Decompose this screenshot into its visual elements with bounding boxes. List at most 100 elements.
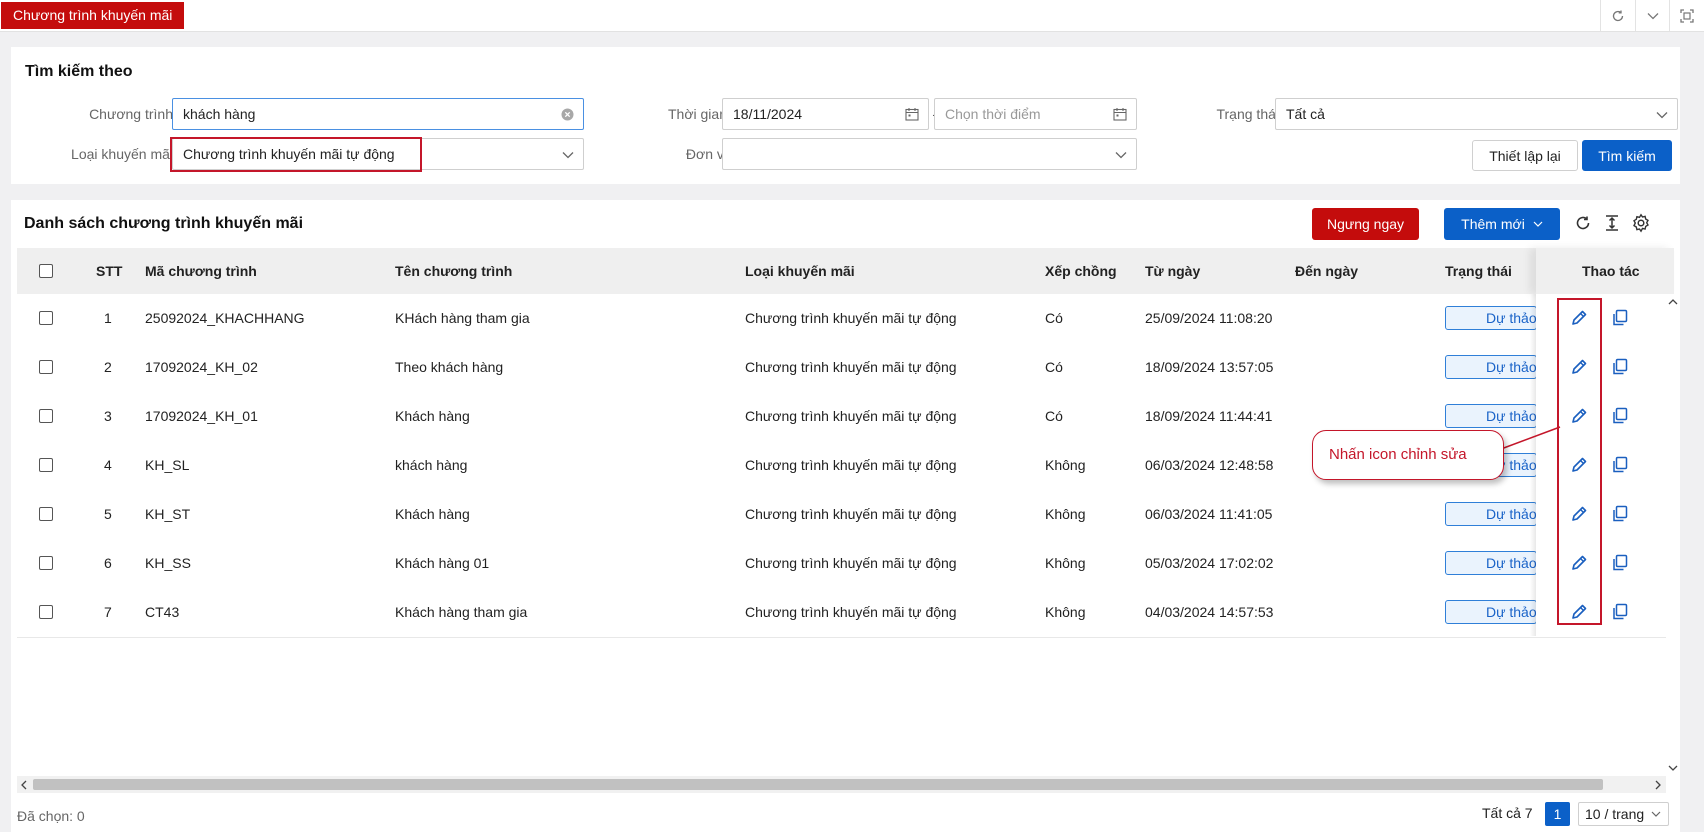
edit-icon[interactable] [1569,406,1589,426]
time-from-input[interactable]: 18/11/2024 [722,98,929,130]
program-search-input[interactable]: khách hàng [172,98,584,130]
copy-icon[interactable] [1610,406,1630,426]
cell-name: KHách hàng tham gia [395,310,530,326]
cell-stt: 6 [104,555,112,571]
copy-icon[interactable] [1610,357,1630,377]
scroll-left-icon[interactable] [20,780,28,790]
fullscreen-icon[interactable] [1669,0,1704,31]
row-checkbox[interactable] [39,360,53,374]
cell-from-date: 06/03/2024 12:48:58 [1145,457,1274,473]
col-actions: Thao tác [1582,263,1640,279]
edit-icon[interactable] [1569,553,1589,573]
unit-label: Đơn vị [685,146,727,162]
cell-type: Chương trình khuyến mãi tự động [745,359,957,375]
copy-icon[interactable] [1610,308,1630,328]
edit-icon[interactable] [1569,308,1589,328]
chevron-down-icon [1115,151,1127,159]
search-button[interactable]: Tìm kiếm [1582,140,1672,171]
promo-type-select[interactable]: Chương trình khuyến mãi tự động [172,138,584,170]
chevron-down-icon [1656,111,1668,119]
select-all-checkbox[interactable] [39,264,53,278]
cell-stack: Có [1045,310,1063,326]
status-badge: Dự thảo [1445,355,1537,379]
refresh-icon[interactable] [1574,214,1592,235]
col-stt: STT [96,263,123,279]
cell-stack: Có [1045,408,1063,424]
add-new-button[interactable]: Thêm mới [1444,208,1560,240]
horizontal-scrollbar[interactable] [17,776,1666,793]
gear-icon[interactable] [1631,213,1651,236]
tab-promotion-programs[interactable]: Chương trình khuyến mãi [1,2,185,29]
cell-from-date: 18/09/2024 11:44:41 [1145,408,1273,424]
cell-from-date: 25/09/2024 11:08:20 [1145,310,1273,326]
col-name: Tên chương trình [395,263,513,279]
table-row[interactable]: 1 25092024_KHACHHANG KHách hàng tham gia Ch… [17,294,1672,344]
cell-stack: Có [1045,359,1063,375]
cell-type: Chương trình khuyến mãi tự động [745,506,957,522]
scroll-right-icon[interactable] [1654,780,1662,790]
copy-icon[interactable] [1610,602,1630,622]
row-checkbox[interactable] [39,409,53,423]
reset-button[interactable]: Thiết lập lại [1472,140,1578,171]
col-status: Trạng thái [1445,263,1512,279]
clear-icon[interactable] [561,108,574,121]
vertical-scrollbar[interactable] [1666,294,1680,776]
status-badge: Dự thảo [1445,551,1537,575]
row-checkbox[interactable] [39,311,53,325]
cell-stt: 7 [104,604,112,620]
horizontal-scroll-thumb[interactable] [33,779,1603,790]
cell-code: KH_SL [145,457,190,473]
copy-icon[interactable] [1610,553,1630,573]
cell-stack: Không [1045,555,1086,571]
edit-icon[interactable] [1569,455,1589,475]
refresh-tab-icon[interactable] [1600,0,1635,31]
cell-type: Chương trình khuyến mãi tự động [745,604,957,620]
table-row[interactable]: 2 17092024_KH_02 Theo khách hàng Chương trì… [17,343,1672,393]
time-to-input[interactable]: Chọn thời điểm [934,98,1137,130]
edit-icon[interactable] [1569,602,1589,622]
table-row[interactable]: 5 KH_ST Khách hàng Chương trình khuyến mãi … [17,490,1672,540]
cell-from-date: 06/03/2024 11:41:05 [1145,506,1273,522]
scroll-up-icon[interactable] [1668,298,1678,306]
column-height-icon[interactable] [1603,214,1621,235]
row-checkbox[interactable] [39,605,53,619]
cell-stt: 3 [104,408,112,424]
status-select[interactable]: Tất cả [1275,98,1678,130]
row-checkbox[interactable] [39,507,53,521]
copy-icon[interactable] [1610,455,1630,475]
status-badge: Dự thảo [1445,502,1537,526]
list-title: Danh sách chương trình khuyến mãi [24,215,304,232]
stop-now-button[interactable]: Ngưng ngay [1312,208,1419,240]
row-checkbox[interactable] [39,556,53,570]
row-checkbox[interactable] [39,458,53,472]
cell-name: Khách hàng [395,506,470,522]
cell-stack: Không [1045,457,1086,473]
col-type: Loại khuyến mãi [745,263,855,279]
calendar-icon [1113,107,1127,121]
page-1-button[interactable]: 1 [1545,802,1570,826]
search-panel: Tìm kiếm theo Chương trình khách hàng Lo… [11,47,1680,184]
page-size-select[interactable]: 10 / trang [1578,802,1669,826]
edit-icon[interactable] [1569,504,1589,524]
cell-type: Chương trình khuyến mãi tự động [745,408,957,424]
unit-select[interactable] [722,138,1137,170]
status-badge: Dự thảo [1445,306,1537,330]
edit-icon[interactable] [1569,357,1589,377]
table-row[interactable]: 6 KH_SS Khách hàng 01 Chương trình khuyến m… [17,539,1672,589]
status-badge: Dự thảo [1445,600,1537,624]
search-title: Tìm kiếm theo [25,63,133,80]
cell-from-date: 04/03/2024 14:57:53 [1145,604,1274,620]
copy-icon[interactable] [1610,504,1630,524]
status-label: Trạng thái [1216,106,1279,122]
scroll-down-icon[interactable] [1668,764,1678,772]
selected-count: Đã chọn: 0 [17,808,85,824]
cell-type: Chương trình khuyến mãi tự động [745,310,957,326]
chevron-down-icon[interactable] [1635,0,1670,31]
top-bar: Chương trình khuyến mãi [0,0,1704,32]
promo-type-value: Chương trình khuyến mãi tự động [183,146,395,162]
edit-hint-callout: Nhấn icon chỉnh sửa [1312,430,1504,480]
table-header: STT Mã chương trình Tên chương trình Loạ… [17,248,1672,294]
actions-header: Thao tác [1536,248,1674,294]
table-row[interactable]: 7 CT43 Khách hàng tham gia Chương trình khu… [17,588,1672,638]
page-size-value: 10 / trang [1585,806,1645,822]
